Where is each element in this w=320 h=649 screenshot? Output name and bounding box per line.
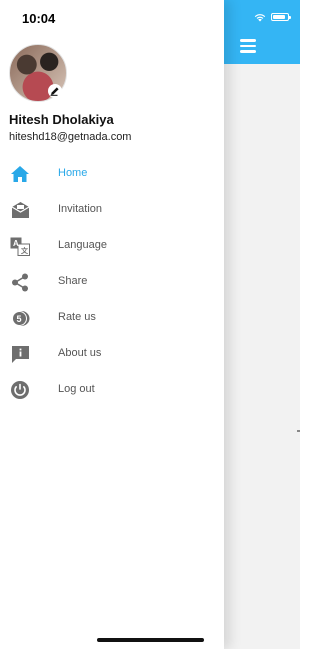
wifi-icon (254, 14, 266, 22)
rate-icon: 5 (10, 308, 30, 328)
hamburger-menu-icon[interactable] (240, 39, 256, 53)
home-indicator[interactable] (97, 638, 204, 642)
share-icon (10, 272, 30, 292)
svg-text:文: 文 (21, 246, 29, 255)
content-mark (297, 430, 300, 432)
menu-label-about-us: About us (58, 347, 102, 359)
menu-label-rate-us: Rate us (58, 311, 96, 323)
menu-label-language: Language (58, 239, 107, 251)
svg-text:A: A (13, 239, 19, 248)
svg-text:5: 5 (16, 314, 21, 324)
invitation-icon (10, 200, 30, 220)
home-icon (10, 164, 30, 184)
info-icon (10, 344, 30, 364)
status-time: 10:04 (22, 11, 56, 26)
menu-item-home[interactable]: Home (0, 156, 224, 192)
menu-item-about-us[interactable]: About us (0, 336, 224, 372)
menu-item-log-out[interactable]: Log out (0, 372, 224, 408)
app-bar (224, 0, 300, 64)
menu-label-share: Share (58, 275, 88, 287)
battery-icon (271, 13, 291, 21)
language-icon: A文 (10, 236, 30, 256)
menu-label-home: Home (58, 167, 88, 179)
menu-label-log-out: Log out (58, 383, 95, 395)
user-name: Hitesh Dholakiya (9, 112, 114, 127)
menu-item-language[interactable]: A文 Language (0, 228, 224, 264)
menu-item-invitation[interactable]: Invitation (0, 192, 224, 228)
navigation-drawer: 10:04 Hitesh Dholakiya hiteshd18@getnada… (0, 0, 224, 649)
main-content-pane (224, 0, 300, 649)
user-email: hiteshd18@getnada.com (9, 131, 132, 143)
power-icon (10, 380, 30, 400)
status-icons (224, 0, 300, 36)
menu-item-rate-us[interactable]: 5 Rate us (0, 300, 224, 336)
menu-item-share[interactable]: Share (0, 264, 224, 300)
edit-profile-icon[interactable] (48, 84, 62, 98)
menu-label-invitation: Invitation (58, 203, 103, 215)
